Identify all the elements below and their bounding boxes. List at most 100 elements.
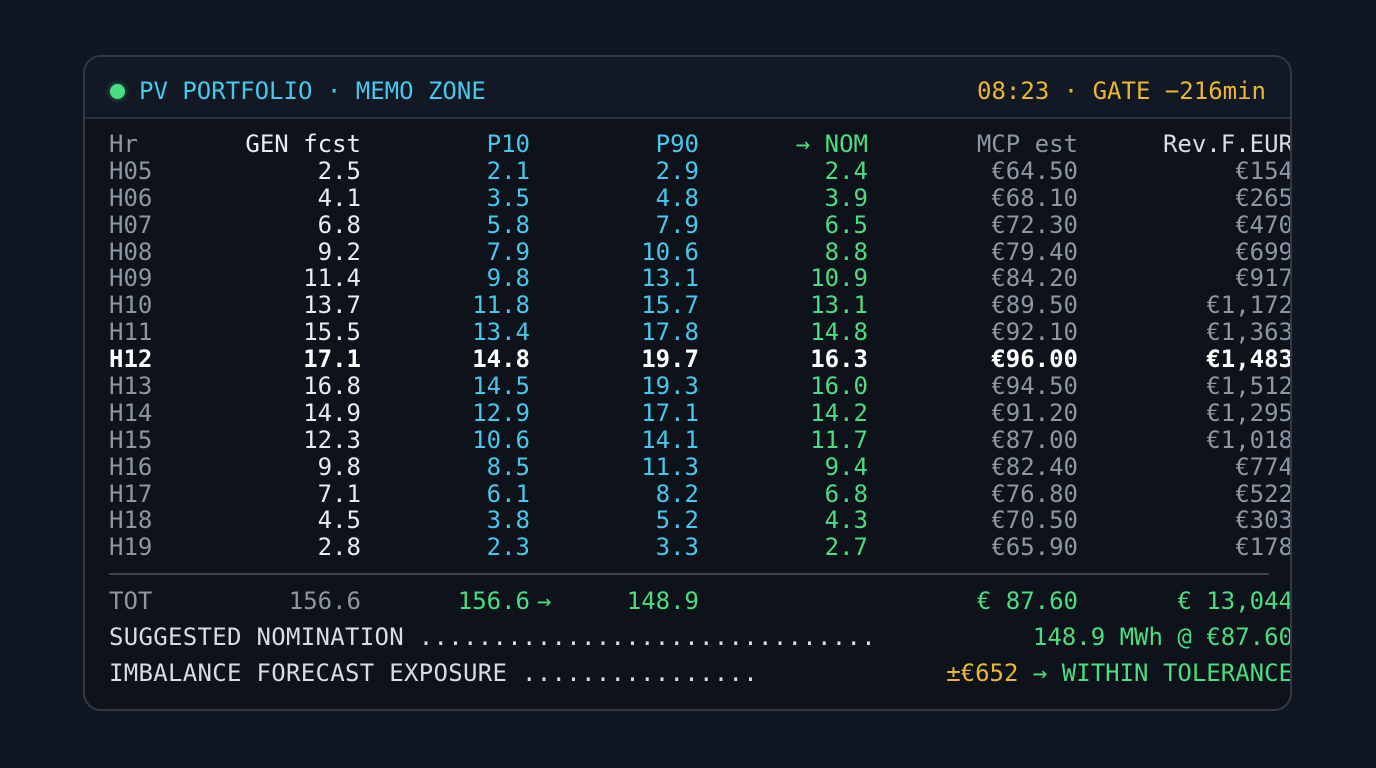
cell-p90: 7.9 <box>655 210 699 239</box>
cell-gen: 6.8 <box>317 210 361 239</box>
cell-hour: H12 <box>109 345 153 374</box>
cell-nom: 9.4 <box>824 452 868 481</box>
cell-nom: 11.7 <box>810 425 868 454</box>
cell-gen: 11.4 <box>303 264 361 293</box>
cell-gen: 4.5 <box>317 506 361 535</box>
cell-p90: 19.3 <box>641 372 699 401</box>
totals-divider <box>109 573 1269 575</box>
status-dot-icon <box>110 84 125 99</box>
cell-p10: 11.8 <box>472 291 530 320</box>
cell-revenue: €774 <box>1235 452 1292 481</box>
cell-nom: 6.5 <box>824 210 868 239</box>
table-row: H06 4.1 3.5 4.8 3.9 €68.10 €265 <box>109 183 1290 212</box>
panel-title: PV PORTFOLIO · MEMO ZONE <box>139 77 486 105</box>
cell-hour: H11 <box>109 318 153 347</box>
cell-nom: 8.8 <box>824 237 868 266</box>
cell-hour: H07 <box>109 210 153 239</box>
cell-p10: 14.8 <box>472 345 530 374</box>
col-header-mcp: MCP est <box>976 130 1078 158</box>
cell-hour: H16 <box>109 452 153 481</box>
gate-countdown: 08:23 · GATE −216min <box>977 77 1266 105</box>
cell-mcp: €92.10 <box>991 318 1078 347</box>
cell-p10: 3.8 <box>486 506 530 535</box>
cell-mcp: €70.50 <box>991 506 1078 535</box>
cell-nom: 13.1 <box>810 291 868 320</box>
table-row: H12 17.1 14.8 19.7 16.3 €96.00 €1,483 <box>109 345 1290 374</box>
cell-mcp: €64.50 <box>991 156 1078 185</box>
nomination-label: SUGGESTED NOMINATION ...................… <box>109 623 876 651</box>
totals-label: TOT <box>109 587 153 615</box>
cell-p10: 14.5 <box>472 372 530 401</box>
cell-mcp: €87.00 <box>991 425 1078 454</box>
cell-p10: 10.6 <box>472 425 530 454</box>
table-header: Hr GEN fcst P10 P90 → NOM MCP est Rev.F.… <box>109 130 1290 158</box>
cell-nom: 16.3 <box>810 345 868 374</box>
cell-p10: 7.9 <box>486 237 530 266</box>
cell-gen: 13.7 <box>303 291 361 320</box>
table-row: H14 14.9 12.9 17.1 14.2 €91.20 €1,295 <box>109 398 1290 427</box>
cell-hour: H18 <box>109 506 153 535</box>
exposure-line: IMBALANCE FORECAST EXPOSURE ............… <box>109 656 1290 690</box>
cell-p10: 6.1 <box>486 479 530 508</box>
totals-p90: 148.9 <box>626 587 699 615</box>
cell-revenue: €470 <box>1235 210 1292 239</box>
col-header-revenue: Rev.F.EUR <box>1162 130 1292 158</box>
cell-revenue: €917 <box>1235 264 1292 293</box>
cell-gen: 2.5 <box>317 156 361 185</box>
cell-mcp: €65.90 <box>991 533 1078 562</box>
cell-p10: 5.8 <box>486 210 530 239</box>
cell-nom: 4.3 <box>824 506 868 535</box>
cell-p90: 2.9 <box>655 156 699 185</box>
cell-gen: 2.8 <box>317 533 361 562</box>
cell-p10: 2.1 <box>486 156 530 185</box>
cell-mcp: €82.40 <box>991 452 1078 481</box>
col-header-p10: P10 <box>486 130 530 158</box>
portfolio-panel: PV PORTFOLIO · MEMO ZONE 08:23 · GATE −2… <box>83 55 1292 711</box>
cell-gen: 16.8 <box>303 372 361 401</box>
cell-p10: 8.5 <box>486 452 530 481</box>
title-bar: PV PORTFOLIO · MEMO ZONE 08:23 · GATE −2… <box>85 57 1290 119</box>
totals-p10: 156.6 <box>457 587 530 615</box>
col-header-p90: P90 <box>655 130 699 158</box>
cell-nom: 2.4 <box>824 156 868 185</box>
cell-mcp: €91.20 <box>991 398 1078 427</box>
cell-hour: H14 <box>109 398 153 427</box>
cell-revenue: €1,363 <box>1206 318 1292 347</box>
cell-p90: 4.8 <box>655 183 699 212</box>
totals-mcp: € 87.60 <box>976 587 1078 615</box>
cell-hour: H08 <box>109 237 153 266</box>
exposure-status: → WITHIN TOLERANCE <box>1018 659 1292 687</box>
totals-gen: 156.6 <box>288 587 361 615</box>
cell-hour: H19 <box>109 533 153 562</box>
cell-p10: 3.5 <box>486 183 530 212</box>
table-row: H18 4.5 3.8 5.2 4.3 €70.50 €303 <box>109 506 1290 535</box>
cell-hour: H15 <box>109 425 153 454</box>
cell-nom: 3.9 <box>824 183 868 212</box>
cell-gen: 12.3 <box>303 425 361 454</box>
cell-gen: 15.5 <box>303 318 361 347</box>
cell-nom: 2.7 <box>824 533 868 562</box>
table-row: H11 15.5 13.4 17.8 14.8 €92.10 €1,363 <box>109 318 1290 347</box>
table-row: H10 13.7 11.8 15.7 13.1 €89.50 €1,172 <box>109 291 1290 320</box>
cell-gen: 14.9 <box>303 398 361 427</box>
totals-row: TOT 156.6 156.6 → 148.9 € 87.60 € 13,044 <box>109 584 1290 618</box>
cell-revenue: €1,483 <box>1206 345 1292 374</box>
table-row: H19 2.8 2.3 3.3 2.7 €65.90 €178 <box>109 533 1290 562</box>
cell-hour: H10 <box>109 291 153 320</box>
cell-revenue: €1,018 <box>1206 425 1292 454</box>
cell-p90: 17.1 <box>641 398 699 427</box>
totals-arrow-icon: → <box>537 587 552 615</box>
cell-nom: 16.0 <box>810 372 868 401</box>
nomination-line: SUGGESTED NOMINATION ...................… <box>109 620 1290 654</box>
cell-gen: 9.2 <box>317 237 361 266</box>
cell-p10: 13.4 <box>472 318 530 347</box>
table-row: H09 11.4 9.8 13.1 10.9 €84.20 €917 <box>109 264 1290 293</box>
cell-gen: 4.1 <box>317 183 361 212</box>
cell-mcp: €94.50 <box>991 372 1078 401</box>
table-row: H08 9.2 7.9 10.6 8.8 €79.40 €699 <box>109 237 1290 266</box>
cell-p90: 11.3 <box>641 452 699 481</box>
cell-p10: 2.3 <box>486 533 530 562</box>
cell-p90: 19.7 <box>641 345 699 374</box>
table-body: H05 2.5 2.1 2.9 2.4 €64.50 €154 H06 4.1 3.5 4.8 3.9… <box>109 156 1290 562</box>
cell-p90: 5.2 <box>655 506 699 535</box>
